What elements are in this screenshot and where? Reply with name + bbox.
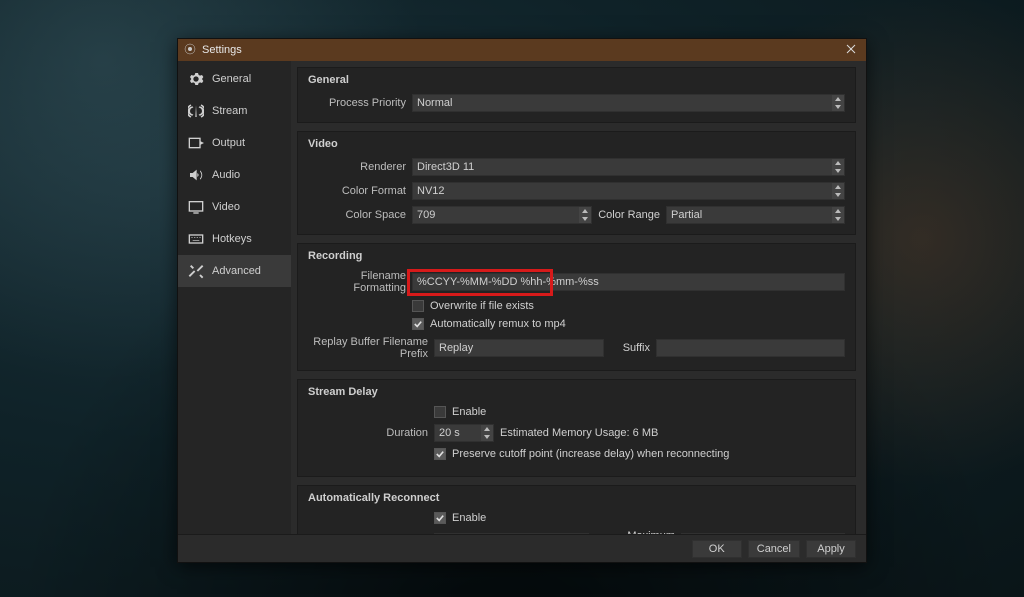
app-icon <box>184 43 196 58</box>
sidebar-item-output[interactable]: Output <box>178 127 291 159</box>
color-range-label: Color Range <box>598 209 660 221</box>
process-priority-select[interactable]: Normal <box>412 94 845 112</box>
replay-prefix-label: Replay Buffer Filename Prefix <box>308 336 428 360</box>
select-value: Direct3D 11 <box>417 161 474 173</box>
duration-spin[interactable]: 20 s <box>434 424 494 442</box>
group-general: General Process Priority Normal <box>297 67 856 123</box>
select-value: Partial <box>671 209 702 221</box>
group-title: Automatically Reconnect <box>308 492 845 504</box>
retry-delay-spin[interactable]: 10 s <box>434 533 589 534</box>
group-auto-reconnect: Automatically Reconnect Enable Retry Del… <box>297 485 856 534</box>
suffix-label: Suffix <box>610 342 650 354</box>
remux-checkbox[interactable] <box>412 318 424 330</box>
titlebar: Settings <box>178 39 866 61</box>
renderer-label: Renderer <box>308 161 406 173</box>
input-value: %CCYY-%MM-%DD %hh-%mm-%ss <box>417 276 599 288</box>
group-recording: Recording Filename Formatting %CCYY-%MM-… <box>297 243 856 371</box>
sidebar-item-label: Hotkeys <box>212 233 252 245</box>
dialog-footer: OK Cancel Apply <box>178 534 866 562</box>
color-format-label: Color Format <box>308 185 406 197</box>
close-button[interactable] <box>842 44 860 57</box>
monitor-icon <box>188 199 204 215</box>
antenna-icon <box>188 103 204 119</box>
renderer-select[interactable]: Direct3D 11 <box>412 158 845 176</box>
settings-content[interactable]: General Process Priority Normal Video Re… <box>291 61 866 534</box>
group-title: Video <box>308 138 845 150</box>
sidebar-item-label: General <box>212 73 251 85</box>
group-title: General <box>308 74 845 86</box>
sidebar-item-label: Stream <box>212 105 247 117</box>
tools-icon <box>188 263 204 279</box>
output-icon <box>188 135 204 151</box>
ok-button[interactable]: OK <box>692 540 742 558</box>
duration-label: Duration <box>308 427 428 439</box>
apply-button[interactable]: Apply <box>806 540 856 558</box>
overwrite-label: Overwrite if file exists <box>430 300 534 312</box>
select-value: 709 <box>417 209 435 221</box>
speaker-icon <box>188 167 204 183</box>
spin-value: 20 s <box>439 427 460 439</box>
remux-label: Automatically remux to mp4 <box>430 318 566 330</box>
sidebar-item-audio[interactable]: Audio <box>178 159 291 191</box>
sidebar-item-label: Advanced <box>212 265 261 277</box>
preserve-cutoff-checkbox[interactable] <box>434 448 446 460</box>
stream-delay-enable-label: Enable <box>452 406 486 418</box>
settings-window: Settings General Stream Output Audio <box>177 38 867 563</box>
max-retries-spin[interactable]: 20 <box>681 533 845 534</box>
replay-prefix-input[interactable]: Replay <box>434 339 604 357</box>
gear-icon <box>188 71 204 87</box>
sidebar-item-video[interactable]: Video <box>178 191 291 223</box>
filename-formatting-label: Filename Formatting <box>308 270 406 294</box>
window-title: Settings <box>202 44 242 56</box>
color-range-select[interactable]: Partial <box>666 206 845 224</box>
process-priority-label: Process Priority <box>308 97 406 109</box>
group-stream-delay: Stream Delay Enable Duration 20 s Estima… <box>297 379 856 477</box>
memory-usage-label: Estimated Memory Usage: 6 MB <box>500 427 658 439</box>
select-value: NV12 <box>417 185 445 197</box>
cancel-button[interactable]: Cancel <box>748 540 800 558</box>
sidebar-item-label: Video <box>212 201 240 213</box>
group-video: Video Renderer Direct3D 11 Color Format … <box>297 131 856 235</box>
stream-delay-enable-checkbox[interactable] <box>434 406 446 418</box>
input-value: Replay <box>439 342 473 354</box>
sidebar-item-hotkeys[interactable]: Hotkeys <box>178 223 291 255</box>
sidebar-item-label: Output <box>212 137 245 149</box>
keyboard-icon <box>188 231 204 247</box>
suffix-input[interactable] <box>656 339 845 357</box>
sidebar-item-stream[interactable]: Stream <box>178 95 291 127</box>
select-value: Normal <box>417 97 452 109</box>
filename-formatting-input[interactable]: %CCYY-%MM-%DD %hh-%mm-%ss <box>412 273 845 291</box>
overwrite-checkbox[interactable] <box>412 300 424 312</box>
sidebar-item-general[interactable]: General <box>178 63 291 95</box>
group-title: Stream Delay <box>308 386 845 398</box>
color-space-select[interactable]: 709 <box>412 206 592 224</box>
sidebar-item-advanced[interactable]: Advanced <box>178 255 291 287</box>
auto-reconnect-enable-checkbox[interactable] <box>434 512 446 524</box>
auto-reconnect-enable-label: Enable <box>452 512 486 524</box>
settings-sidebar: General Stream Output Audio Video Hotkey… <box>178 61 291 534</box>
color-space-label: Color Space <box>308 209 406 221</box>
preserve-cutoff-label: Preserve cutoff point (increase delay) w… <box>452 448 729 460</box>
group-title: Recording <box>308 250 845 262</box>
sidebar-item-label: Audio <box>212 169 240 181</box>
color-format-select[interactable]: NV12 <box>412 182 845 200</box>
